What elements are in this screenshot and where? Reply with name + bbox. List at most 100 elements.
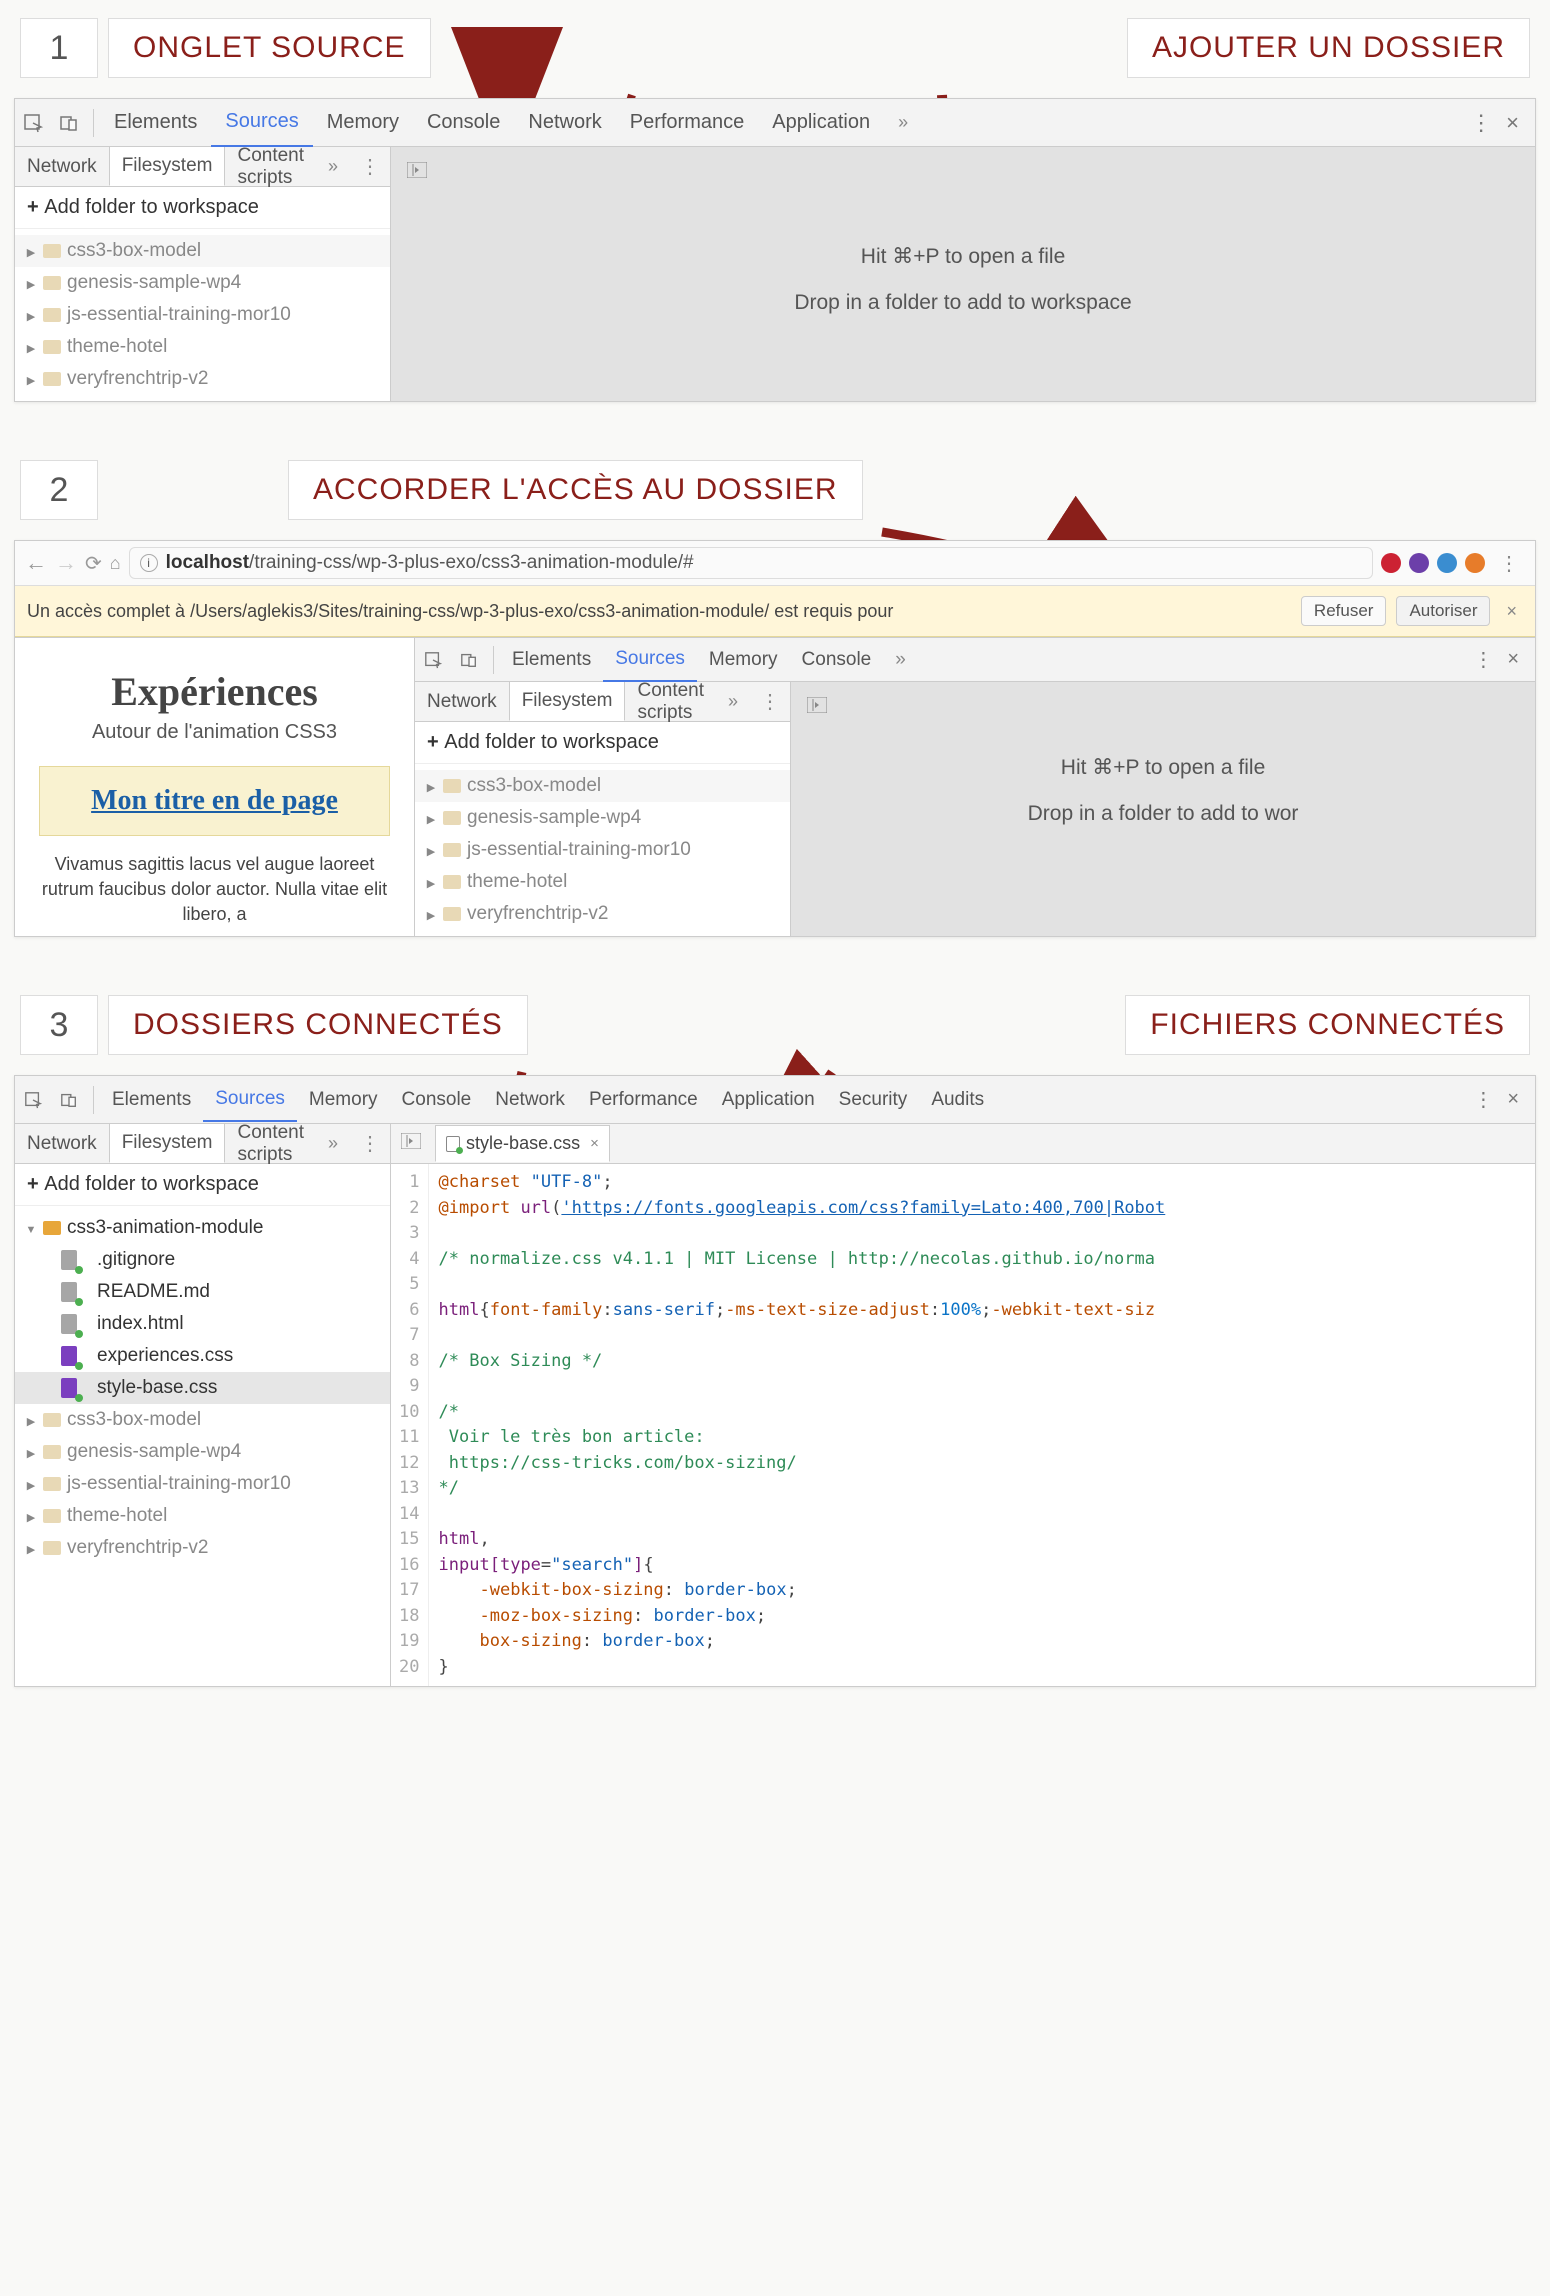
nav-reload-icon[interactable]: ⟳ <box>85 551 102 576</box>
folder-veryfrenchtrip[interactable]: veryfrenchtrip-v2 <box>15 363 390 395</box>
folder-theme-hotel[interactable]: theme-hotel <box>15 1500 390 1532</box>
tabs-overflow[interactable]: » <box>883 639 918 681</box>
tab-performance[interactable]: Performance <box>577 1079 710 1121</box>
inspect-icon[interactable] <box>419 646 447 674</box>
sidebar-toggle-icon[interactable] <box>807 696 827 719</box>
folder-js-essential-training[interactable]: js-essential-training-mor10 <box>15 1468 390 1500</box>
tab-console[interactable]: Console <box>790 639 884 681</box>
allow-button[interactable]: Autoriser <box>1396 596 1490 626</box>
subtab-network[interactable]: Network <box>15 148 109 186</box>
tab-network[interactable]: Network <box>483 1079 577 1121</box>
kebab-menu-icon[interactable]: ⋮ <box>1470 110 1492 136</box>
tab-console[interactable]: Console <box>390 1079 484 1121</box>
folder-genesis-sample-wp4[interactable]: genesis-sample-wp4 <box>415 802 790 834</box>
subtabs-overflow[interactable]: » <box>316 1125 350 1162</box>
page-demo-link[interactable]: Mon titre en de page <box>91 785 338 816</box>
nav-forward-icon[interactable]: → <box>55 550 77 576</box>
sidebar-toggle-icon[interactable] <box>401 1132 429 1155</box>
tab-memory[interactable]: Memory <box>313 99 413 146</box>
device-toggle-icon[interactable] <box>55 109 83 137</box>
subtab-contentscripts[interactable]: Content scripts <box>225 1114 316 1174</box>
folder-css3-animation-module[interactable]: css3-animation-module <box>15 1212 390 1244</box>
nav-back-icon[interactable]: ← <box>25 550 47 576</box>
subtab-network[interactable]: Network <box>15 1125 109 1163</box>
url-bar[interactable]: i localhost/training-css/wp-3-plus-exo/c… <box>129 547 1373 579</box>
folder-veryfrenchtrip[interactable]: veryfrenchtrip-v2 <box>15 1532 390 1564</box>
tab-elements[interactable]: Elements <box>500 639 603 681</box>
subtab-filesystem[interactable]: Filesystem <box>509 682 626 721</box>
add-folder-button[interactable]: Add folder to workspace <box>415 722 790 764</box>
tab-security[interactable]: Security <box>827 1079 920 1121</box>
file-gitignore[interactable]: .gitignore <box>15 1244 390 1276</box>
subtab-contentscripts[interactable]: Content scripts <box>225 137 316 197</box>
subtabs-overflow[interactable]: » <box>716 683 750 720</box>
extension-icon-3[interactable] <box>1437 553 1457 573</box>
close-icon[interactable]: × <box>1501 1088 1525 1111</box>
subtab-network[interactable]: Network <box>415 683 509 721</box>
sidebar-kebab-icon[interactable]: ⋮ <box>750 689 790 714</box>
folder-js-essential-training[interactable]: js-essential-training-mor10 <box>15 299 390 331</box>
folder-css3-box-model[interactable]: css3-box-model <box>15 1404 390 1436</box>
empty-editor-hint: Hit ⌘+P to open a file Drop in a folder … <box>803 729 1523 837</box>
sidebar-kebab-icon[interactable]: ⋮ <box>350 1131 390 1156</box>
device-toggle-icon[interactable] <box>55 1086 83 1114</box>
devtools-panel-1: Elements Sources Memory Console Network … <box>14 98 1536 402</box>
step-number-2: 2 <box>20 460 98 520</box>
kebab-menu-icon[interactable]: ⋮ <box>1473 1087 1493 1112</box>
folder-veryfrenchtrip[interactable]: veryfrenchtrip-v2 <box>415 898 790 930</box>
file-style-base-css[interactable]: style-base.css <box>15 1372 390 1404</box>
permission-close-icon[interactable]: × <box>1500 601 1523 622</box>
subtabs-overflow[interactable]: » <box>316 148 350 185</box>
tab-network[interactable]: Network <box>514 99 615 146</box>
tabs-overflow[interactable]: » <box>884 100 922 145</box>
device-toggle-icon[interactable] <box>455 646 483 674</box>
permission-bar: Un accès complet à /Users/aglekis3/Sites… <box>15 586 1535 637</box>
folder-genesis-sample-wp4[interactable]: genesis-sample-wp4 <box>15 1436 390 1468</box>
file-index-html[interactable]: index.html <box>15 1308 390 1340</box>
tab-console[interactable]: Console <box>413 99 514 146</box>
add-folder-button[interactable]: Add folder to workspace <box>15 187 390 229</box>
site-info-icon[interactable]: i <box>140 554 158 572</box>
step-label-onglet-source: ONGLET SOURCE <box>108 18 431 78</box>
close-icon[interactable]: × <box>1500 110 1525 136</box>
add-folder-button[interactable]: Add folder to workspace <box>15 1164 390 1206</box>
inspect-icon[interactable] <box>19 109 47 137</box>
folder-css3-box-model[interactable]: css3-box-model <box>15 235 390 267</box>
folder-theme-hotel[interactable]: theme-hotel <box>15 331 390 363</box>
tab-audits[interactable]: Audits <box>919 1079 996 1121</box>
tab-application[interactable]: Application <box>710 1079 827 1121</box>
browser-window: ← → ⟳ ⌂ i localhost/training-css/wp-3-pl… <box>14 540 1536 937</box>
step-number-3: 3 <box>20 995 98 1055</box>
inspect-icon[interactable] <box>19 1086 47 1114</box>
editor-tab-style-base[interactable]: style-base.css × <box>435 1125 610 1162</box>
page-body-text: Vivamus sagittis lacus vel augue laoreet… <box>39 836 390 928</box>
extension-icon-2[interactable] <box>1409 553 1429 573</box>
code-content[interactable]: @charset "UTF-8"; @import url('https://f… <box>429 1164 1176 1686</box>
browser-menu-icon[interactable]: ⋮ <box>1493 551 1525 576</box>
tab-application[interactable]: Application <box>758 99 884 146</box>
close-icon[interactable]: × <box>1501 648 1525 671</box>
folder-css3-box-model[interactable]: css3-box-model <box>415 770 790 802</box>
line-gutter: 1234567891011121314151617181920 <box>391 1164 428 1686</box>
tab-performance[interactable]: Performance <box>616 99 759 146</box>
file-readme[interactable]: README.md <box>15 1276 390 1308</box>
extension-icon-1[interactable] <box>1381 553 1401 573</box>
extension-icon-4[interactable] <box>1465 553 1485 573</box>
sidebar-kebab-icon[interactable]: ⋮ <box>350 154 390 179</box>
folder-js-essential-training[interactable]: js-essential-training-mor10 <box>415 834 790 866</box>
file-experiences-css[interactable]: experiences.css <box>15 1340 390 1372</box>
refuse-button[interactable]: Refuser <box>1301 596 1387 626</box>
tab-elements[interactable]: Elements <box>100 99 211 146</box>
tab-elements[interactable]: Elements <box>100 1079 203 1121</box>
subtab-filesystem[interactable]: Filesystem <box>109 1124 226 1163</box>
permission-message: Un accès complet à /Users/aglekis3/Sites… <box>27 601 1291 622</box>
folder-theme-hotel[interactable]: theme-hotel <box>415 866 790 898</box>
folder-genesis-sample-wp4[interactable]: genesis-sample-wp4 <box>15 267 390 299</box>
nav-home-icon[interactable]: ⌂ <box>110 553 121 574</box>
close-tab-icon[interactable]: × <box>590 1135 599 1152</box>
sidebar-toggle-icon[interactable] <box>407 161 427 184</box>
kebab-menu-icon[interactable]: ⋮ <box>1473 647 1493 672</box>
code-body[interactable]: 1234567891011121314151617181920 @charset… <box>391 1164 1535 1686</box>
subtab-contentscripts[interactable]: Content scripts <box>625 672 716 732</box>
subtab-filesystem[interactable]: Filesystem <box>109 147 226 186</box>
